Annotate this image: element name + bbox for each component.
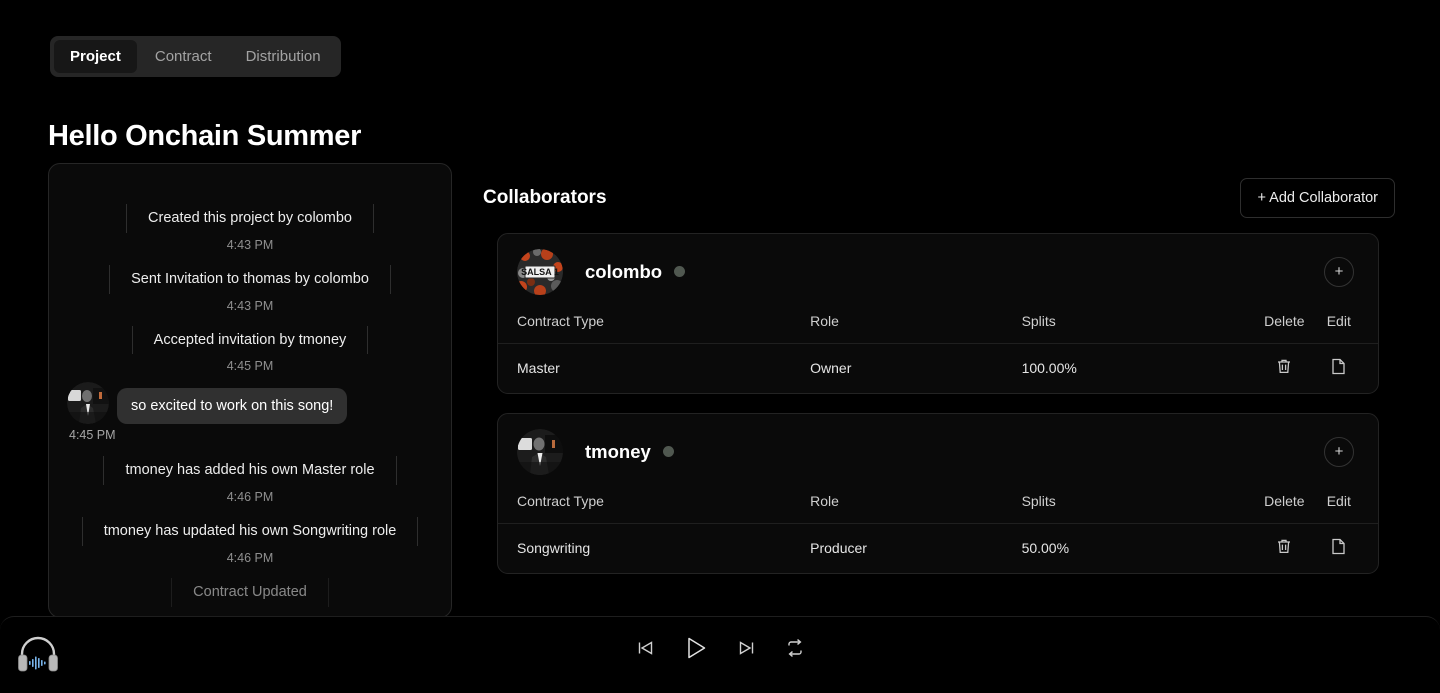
column-header-splits: Splits <box>1021 313 1056 329</box>
activity-event-text: Sent Invitation to thomas by colombo <box>109 261 391 298</box>
column-header-delete: Delete <box>1264 493 1305 509</box>
collaborator-card: SALSA 1 colombo + Contract Type Role Spl… <box>497 233 1379 394</box>
list-item: so excited to work on this song! 4:45 PM <box>67 382 433 442</box>
list-item: tmoney has updated his own Songwriting r… <box>67 513 433 565</box>
add-role-button[interactable]: + <box>1324 436 1354 467</box>
cell-contract-type: Master <box>498 343 811 393</box>
trash-icon <box>1278 539 1291 554</box>
avatar: SALSA 1 <box>517 248 563 295</box>
tab-project[interactable]: Project <box>54 40 137 73</box>
collaborator-name: colombo <box>585 260 663 282</box>
document-icon <box>1332 538 1345 555</box>
activity-feed-list: Created this project by colombo 4:43 PM … <box>49 200 451 617</box>
column-header-contract-type: Contract Type <box>517 493 604 509</box>
tab-contract[interactable]: Contract <box>139 40 228 73</box>
collaborator-card-header: SALSA 1 colombo + <box>498 234 1378 309</box>
splits-table: Contract Type Role Splits Delete Edit So… <box>498 489 1378 573</box>
add-collaborator-button[interactable]: + Add Collaborator <box>1240 178 1395 218</box>
repeat-icon <box>788 639 802 657</box>
list-item: Contract Updated <box>67 574 433 611</box>
previous-track-icon <box>638 641 653 655</box>
list-item: tmoney has added his own Master role 4:4… <box>67 452 433 504</box>
status-badge <box>662 446 674 457</box>
collaborator-card-header: tmoney + <box>498 414 1378 489</box>
column-header-role: Role <box>810 493 839 509</box>
svg-text:SALSA 1: SALSA 1 <box>521 267 559 277</box>
table-header-row: Contract Type Role Splits Delete Edit <box>498 489 1378 524</box>
activity-event-text: tmoney has added his own Master role <box>103 452 397 489</box>
activity-timestamp: 4:46 PM <box>226 551 274 566</box>
list-item: Created this project by colombo 4:43 PM <box>67 200 433 252</box>
column-header-splits: Splits <box>1021 493 1056 509</box>
play-button[interactable] <box>681 633 711 663</box>
repeat-button[interactable] <box>783 636 807 660</box>
activity-timestamp: 4:43 PM <box>226 298 274 313</box>
edit-row-button[interactable] <box>1331 358 1346 375</box>
audio-player-bar: 00:00:00 00:00:00 <box>0 616 1440 693</box>
delete-row-button[interactable] <box>1276 538 1292 555</box>
column-header-delete: Delete <box>1264 313 1305 329</box>
edit-row-button[interactable] <box>1331 538 1346 555</box>
next-track-icon <box>739 641 754 655</box>
column-header-contract-type: Contract Type <box>517 313 604 329</box>
status-badge <box>674 266 686 277</box>
transport-controls <box>0 633 1440 663</box>
chat-timestamp: 4:45 PM <box>69 428 116 443</box>
document-icon <box>1332 358 1345 375</box>
table-row: Master Owner 100.00% <box>498 343 1378 393</box>
activity-event-text: Created this project by colombo <box>126 200 374 237</box>
activity-event-text: tmoney has updated his own Songwriting r… <box>81 513 419 550</box>
add-role-button[interactable]: + <box>1324 256 1354 287</box>
cell-splits: 50.00% <box>1021 523 1254 573</box>
delete-row-button[interactable] <box>1276 358 1292 375</box>
collaborators-title: Collaborators <box>483 187 607 208</box>
activity-feed-panel[interactable]: Created this project by colombo 4:43 PM … <box>48 163 452 618</box>
splits-table: Contract Type Role Splits Delete Edit Ma… <box>498 309 1378 393</box>
tab-distribution[interactable]: Distribution <box>230 40 337 73</box>
activity-timestamp: 4:43 PM <box>226 237 274 252</box>
tab-bar: Project Contract Distribution <box>50 36 341 77</box>
activity-event-text: Contract Updated <box>171 574 329 611</box>
chat-message-text: so excited to work on this song! <box>117 388 348 425</box>
cell-role: Producer <box>810 523 1022 573</box>
chat-message-row: so excited to work on this song! <box>67 382 433 425</box>
collaborators-header: Collaborators + Add Collaborator <box>483 178 1395 218</box>
column-header-edit: Edit <box>1326 313 1351 329</box>
avatar <box>517 428 563 475</box>
cell-contract-type: Songwriting <box>498 523 811 573</box>
next-track-button[interactable] <box>735 636 759 660</box>
avatar <box>67 382 109 425</box>
play-icon <box>688 637 706 659</box>
page-title: Hello Onchain Summer <box>48 120 362 152</box>
list-item: Accepted invitation by tmoney 4:45 PM <box>67 322 433 374</box>
activity-event-text: Accepted invitation by tmoney <box>131 322 369 359</box>
previous-track-button[interactable] <box>633 636 657 660</box>
table-row: Songwriting Producer 50.00% <box>498 523 1378 573</box>
collaborator-card: tmoney + Contract Type Role Splits Delet… <box>497 413 1379 574</box>
list-item: Sent Invitation to thomas by colombo 4:4… <box>67 261 433 313</box>
trash-icon <box>1278 359 1291 374</box>
table-header-row: Contract Type Role Splits Delete Edit <box>498 309 1378 344</box>
activity-timestamp: 4:46 PM <box>226 490 274 505</box>
cell-splits: 100.00% <box>1021 343 1254 393</box>
column-header-edit: Edit <box>1326 493 1351 509</box>
column-header-role: Role <box>810 313 839 329</box>
activity-timestamp: 4:45 PM <box>226 359 274 374</box>
collaborator-name: tmoney <box>585 440 651 462</box>
cell-role: Owner <box>810 343 1022 393</box>
